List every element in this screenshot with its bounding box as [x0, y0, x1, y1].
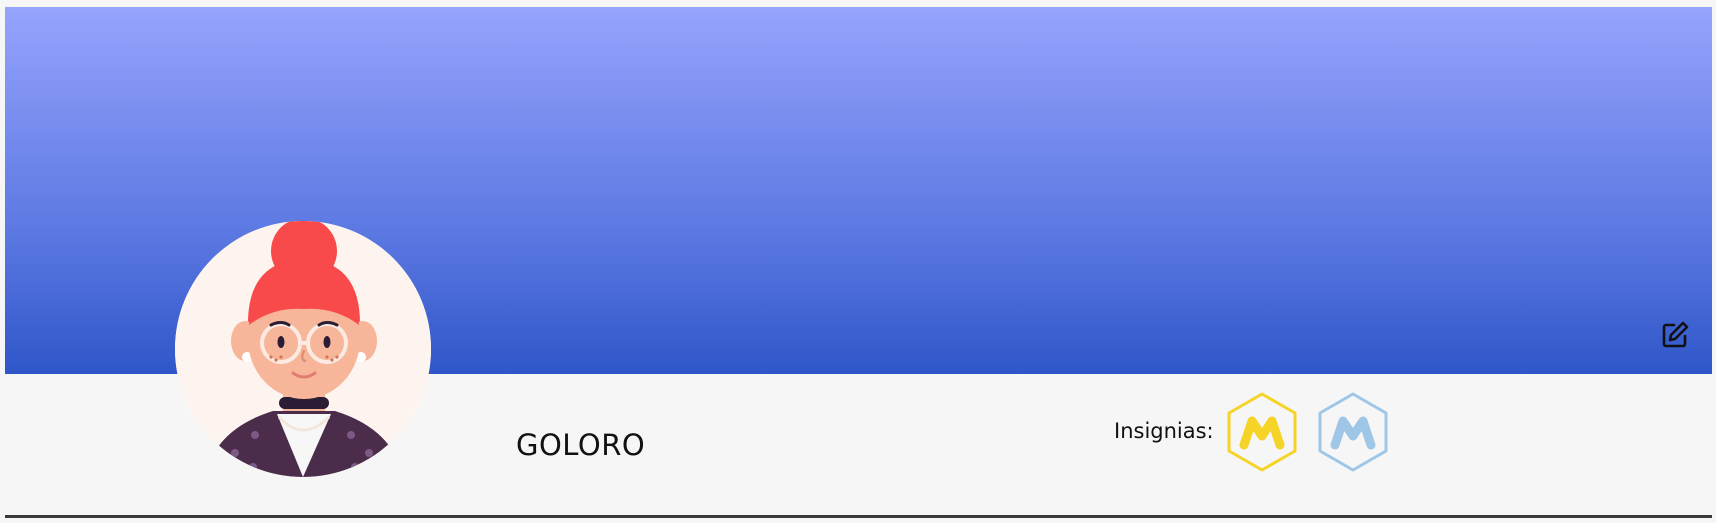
edit-cover-button[interactable]: [1659, 321, 1691, 353]
badges-label: Insignias:: [1114, 419, 1214, 443]
profile-header: GOLORO Insignias:: [0, 0, 1716, 523]
hexagon-m-badge-icon: [1227, 392, 1297, 472]
avatar[interactable]: [175, 221, 431, 477]
badge-gold[interactable]: [1226, 392, 1298, 472]
avatar-woman-icon: [175, 221, 431, 477]
badge-blue[interactable]: [1317, 392, 1389, 472]
hexagon-m-badge-icon: [1318, 392, 1388, 472]
divider: [5, 515, 1712, 518]
username: GOLORO: [516, 428, 646, 462]
edit-icon: [1660, 320, 1690, 354]
